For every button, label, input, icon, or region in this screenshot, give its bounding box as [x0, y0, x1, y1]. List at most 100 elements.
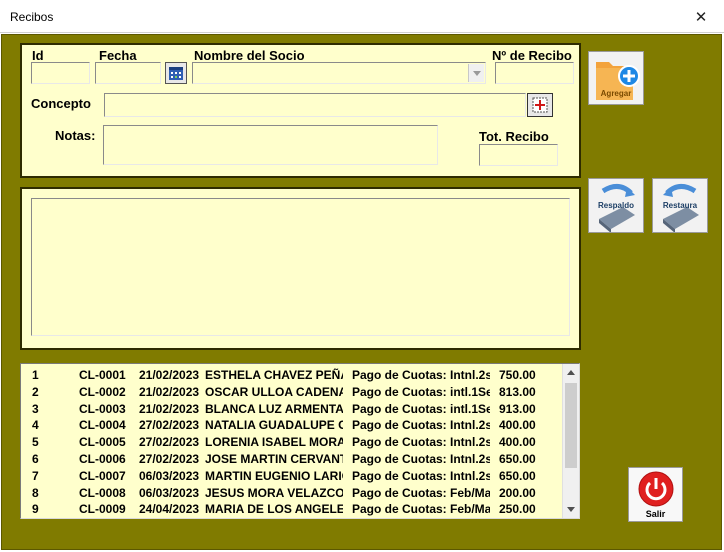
row-concept-cell: Pago de Cuotas: Intnl.2se	[352, 452, 490, 466]
row-date-cell: 21/02/2023	[139, 401, 200, 416]
row-n-cell: 5	[32, 435, 39, 450]
row-name-cell: MARIA DE LOS ANGELES	[205, 502, 343, 517]
chevron-up-icon	[567, 370, 575, 375]
recibo-label: Nº de Recibo	[492, 48, 572, 63]
table-row[interactable]: 3 CL-0003 21/02/2023 BLANCA LUZ ARMENTA Pago…	[21, 401, 561, 418]
row-n-cell: 6	[32, 452, 39, 466]
row-n-cell: 1	[32, 368, 39, 382]
row-amount-cell: 750.00	[499, 368, 536, 382]
entry-panel: Id Fecha Nombre del Socio Nº de Recibo C…	[20, 43, 581, 178]
row-concept-cell: Pago de Cuotas: Intnl.2se	[352, 368, 490, 382]
row-name-cell: JESUS MORA VELAZCO	[205, 485, 343, 500]
row-amount-cell: 250.00	[499, 502, 536, 517]
concepto-input[interactable]	[104, 93, 526, 117]
row-concept-cell: Pago de Cuotas: Feb/Mar/	[352, 485, 490, 500]
row-date-cell: 21/02/2023	[139, 368, 200, 382]
table-row[interactable]: 4 CL-0004 27/02/2023 NATALIA GUADALUPE C Pag…	[21, 417, 561, 434]
socio-combobox[interactable]	[192, 62, 486, 84]
row-concept-cell: Pago de Cuotas: Intnl.2se	[352, 418, 490, 433]
calendar-icon	[169, 67, 183, 80]
table-row[interactable]: 2 CL-0002 21/02/2023 OSCAR ULLOA CADENA Pago…	[21, 384, 561, 401]
row-amount-cell: 200.00	[499, 485, 536, 500]
row-amount-cell: 813.00	[499, 384, 536, 399]
row-n-cell: 2	[32, 384, 39, 399]
table-row[interactable]: 9 CL-0009 24/04/2023 MARIA DE LOS ANGELES Pa…	[21, 501, 561, 518]
recibo-input[interactable]	[495, 62, 574, 84]
detail-area[interactable]	[31, 198, 570, 336]
row-code-cell: CL-0005	[79, 435, 126, 450]
row-n-cell: 8	[32, 485, 39, 500]
row-name-cell: JOSE MARTIN CERVANT	[205, 452, 343, 466]
row-concept-cell: Pago de Cuotas: intl.1Sen	[352, 401, 490, 416]
row-code-cell: CL-0003	[79, 401, 126, 416]
add-concept-button[interactable]	[527, 93, 553, 117]
row-name-cell: BLANCA LUZ ARMENTA	[205, 401, 343, 416]
row-amount-cell: 400.00	[499, 418, 536, 433]
row-concept-cell: Pago de Cuotas: Intnl.2se	[352, 435, 490, 450]
row-code-cell: CL-0002	[79, 384, 126, 399]
table-row[interactable]: 8 CL-0008 06/03/2023 JESUS MORA VELAZCO Pago…	[21, 485, 561, 502]
row-code-cell: CL-0009	[79, 502, 126, 517]
row-date-cell: 24/04/2023	[139, 502, 200, 517]
nombre-label: Nombre del Socio	[194, 48, 305, 63]
row-date-cell: 27/02/2023	[139, 452, 200, 466]
restaura-button[interactable]: Restaura	[652, 178, 708, 233]
table-row[interactable]: 5 CL-0005 27/02/2023 LORENIA ISABEL MORAI Pa…	[21, 434, 561, 451]
row-name-cell: MARTIN EUGENIO LARIO	[205, 468, 343, 483]
fecha-label: Fecha	[99, 48, 137, 63]
row-code-cell: CL-0001	[79, 368, 126, 382]
chevron-down-icon	[567, 507, 575, 512]
fecha-input[interactable]	[95, 62, 161, 84]
row-n-cell: 3	[32, 401, 39, 416]
total-input[interactable]	[479, 144, 558, 166]
total-label: Tot. Recibo	[479, 129, 549, 144]
salir-button-label: Salir	[645, 509, 666, 519]
table-row[interactable]: 7 CL-0007 06/03/2023 MARTIN EUGENIO LARIO Pa…	[21, 468, 561, 485]
row-concept-cell: Pago de Cuotas: intl.1Sen	[352, 384, 490, 399]
row-code-cell: CL-0004	[79, 418, 126, 433]
list-scrollbar[interactable]	[562, 364, 579, 518]
row-amount-cell: 400.00	[499, 435, 536, 450]
row-name-cell: OSCAR ULLOA CADENA	[205, 384, 343, 399]
row-code-cell: CL-0008	[79, 485, 126, 500]
receipts-list[interactable]: 1 CL-0001 21/02/2023 ESTHELA CHAVEZ PEÑA Pag…	[20, 363, 580, 519]
row-n-cell: 7	[32, 468, 39, 483]
scroll-thumb[interactable]	[565, 383, 577, 468]
scroll-up-button[interactable]	[563, 364, 579, 381]
window-title: Recibos	[10, 10, 54, 24]
close-button[interactable]: ✕	[678, 0, 724, 33]
form-client-area: Id Fecha Nombre del Socio Nº de Recibo C…	[1, 34, 722, 550]
row-code-cell: CL-0007	[79, 468, 126, 483]
row-date-cell: 27/02/2023	[139, 418, 200, 433]
add-concept-icon	[532, 97, 548, 113]
row-code-cell: CL-0006	[79, 452, 126, 466]
row-date-cell: 06/03/2023	[139, 468, 200, 483]
row-n-cell: 9	[32, 502, 39, 517]
salir-button[interactable]: Salir	[628, 467, 683, 522]
respaldo-button[interactable]: Respaldo	[588, 178, 644, 233]
row-name-cell: NATALIA GUADALUPE C	[205, 418, 343, 433]
row-date-cell: 21/02/2023	[139, 384, 200, 399]
row-date-cell: 06/03/2023	[139, 485, 200, 500]
restaura-button-label: Restaura	[662, 201, 698, 210]
chevron-down-icon	[472, 70, 481, 76]
close-icon: ✕	[694, 8, 708, 26]
scroll-down-button[interactable]	[563, 501, 579, 518]
agregar-button[interactable]: Agregar	[588, 51, 644, 105]
notas-label: Notas:	[55, 128, 96, 143]
title-bar: Recibos ✕	[0, 0, 724, 33]
notas-textarea[interactable]	[103, 125, 438, 165]
row-amount-cell: 650.00	[499, 452, 536, 466]
id-input[interactable]	[31, 62, 90, 84]
detail-panel	[20, 187, 581, 350]
table-row[interactable]: 1 CL-0001 21/02/2023 ESTHELA CHAVEZ PEÑA Pag…	[21, 367, 561, 384]
respaldo-button-label: Respaldo	[597, 201, 634, 210]
concepto-label: Concepto	[31, 96, 91, 111]
row-n-cell: 4	[32, 418, 39, 433]
combo-dropdown-button[interactable]	[468, 64, 484, 82]
agregar-button-label: Agregar	[600, 89, 632, 98]
calendar-button[interactable]	[165, 62, 187, 84]
table-row[interactable]: 6 CL-0006 27/02/2023 JOSE MARTIN CERVANT Pag…	[21, 451, 561, 468]
row-amount-cell: 650.00	[499, 468, 536, 483]
row-date-cell: 27/02/2023	[139, 435, 200, 450]
